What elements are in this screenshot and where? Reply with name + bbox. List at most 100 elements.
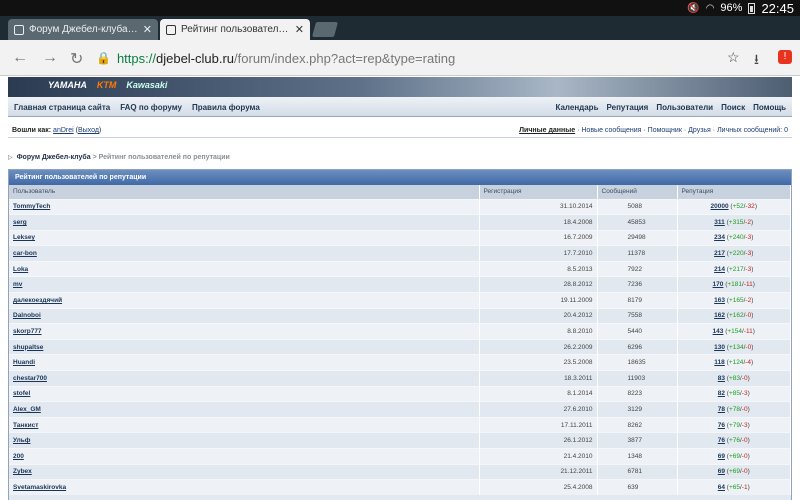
nav-calendar-link[interactable]: Календарь (555, 103, 598, 112)
header-reputation[interactable]: Репутация (677, 185, 791, 199)
reputation-total[interactable]: 162 (714, 312, 725, 319)
new-posts-link[interactable]: Новые сообщения (581, 127, 641, 134)
breadcrumb-forum-link[interactable]: Форум Джебел-клуба (17, 154, 91, 161)
post-count: 5440 (597, 323, 678, 340)
user-link[interactable]: skorp777 (9, 323, 480, 340)
reputation-total[interactable]: 214 (714, 266, 725, 273)
table-row: Leksey 16.7.2009 29498 234 (+240/-3) (9, 229, 791, 246)
reputation-total[interactable]: 311 (714, 219, 725, 226)
reputation-cell: 83 (+83/-0) (677, 370, 791, 387)
forward-arrow-icon[interactable]: → (42, 49, 58, 67)
user-link[interactable]: car-bon (9, 245, 480, 262)
username-link[interactable]: anDrei (53, 127, 74, 134)
reputation-total[interactable]: 163 (714, 297, 725, 304)
profile-link[interactable]: Личные данные (519, 127, 575, 134)
download-icon[interactable]: ⭳ (754, 49, 759, 73)
reputation-total[interactable]: 76 (718, 437, 725, 444)
header-user[interactable]: Пользователь (9, 185, 480, 199)
reputation-total[interactable]: 64 (718, 484, 725, 491)
user-link[interactable]: Alex_GM (9, 401, 480, 418)
nav-help-link[interactable]: Помощь (753, 103, 786, 112)
registration-date: 20.4.2012 (479, 307, 598, 324)
user-link[interactable]: Танкист (9, 416, 480, 433)
header-registration[interactable]: Регистрация (479, 185, 598, 199)
user-link[interactable]: Ульф (9, 432, 480, 449)
user-link[interactable]: 200 (9, 448, 480, 465)
reload-icon[interactable]: ↻ (70, 49, 83, 69)
nav-faq-link[interactable]: FAQ по форуму (120, 103, 182, 112)
close-tab-icon[interactable]: ✕ (295, 23, 304, 36)
reputation-total[interactable]: 217 (714, 250, 725, 257)
table-row: serg 18.4.2008 45853 311 (+315/-2) (9, 214, 791, 231)
new-tab-button[interactable] (311, 22, 339, 37)
alert-icon[interactable]: ! (778, 50, 792, 64)
battery-percent: 96% (720, 2, 743, 14)
user-link[interactable]: Leksey (9, 229, 480, 246)
reputation-total[interactable]: 69 (718, 453, 725, 460)
user-link[interactable]: Dalnoboi (9, 307, 480, 324)
reputation-plus: +165 (728, 296, 744, 304)
reputation-cell: 214 (+217/-3) (677, 260, 791, 277)
user-link[interactable]: shupaltse (9, 338, 480, 355)
back-arrow-icon[interactable]: ← (12, 49, 28, 67)
table-row: mv 28.8.2012 7236 170 (+181/-11) (9, 276, 791, 293)
nav-rules-link[interactable]: Правила форума (192, 103, 260, 112)
post-count: 45853 (597, 214, 678, 231)
nav-reputation-link[interactable]: Репутация (607, 103, 649, 112)
logout-link[interactable]: Выход (78, 127, 99, 134)
pm-link[interactable]: Личных сообщений: 0 (717, 127, 788, 134)
mute-icon: 🔇 (687, 2, 700, 14)
url-field[interactable]: 🔒 https:// djebel-club.ru /forum/index.p… (96, 46, 716, 70)
reputation-total[interactable]: 78 (718, 406, 725, 413)
user-link[interactable]: Loka (9, 260, 480, 277)
reputation-total[interactable]: 76 (718, 422, 725, 429)
reputation-cell: 76 (+79/-3) (677, 416, 791, 433)
breadcrumb-separator: > (92, 154, 97, 161)
assistant-link[interactable]: Помощник (648, 127, 682, 134)
reputation-total[interactable]: 83 (718, 375, 725, 382)
paren-close: ) (751, 343, 754, 351)
reputation-plus: +134 (728, 343, 744, 351)
reputation-total[interactable]: 69 (718, 468, 725, 475)
user-link[interactable]: chestar700 (9, 370, 480, 387)
bookmark-star-icon[interactable]: ☆ (727, 49, 740, 66)
registration-date: 21.12.2011 (479, 463, 598, 480)
page-content: YAMAHA KTM Kawasaki Главная страница сай… (0, 77, 800, 500)
header-posts[interactable]: Сообщений (597, 185, 678, 199)
registration-date: 25.4.2008 (479, 479, 598, 496)
nav-home-link[interactable]: Главная страница сайта (14, 103, 110, 112)
reputation-total[interactable]: 130 (714, 344, 725, 351)
reputation-total[interactable]: 170 (713, 281, 724, 288)
reputation-total[interactable]: 118 (714, 359, 725, 366)
paren-close: ) (747, 390, 750, 398)
tab-forum[interactable]: Форум Джебел-клуба -> Ф ✕ (8, 19, 158, 40)
table-row: stofel 8.1.2014 8223 82 (+85/-3) (9, 385, 791, 402)
user-link[interactable]: serg (9, 214, 480, 231)
friends-link[interactable]: Друзья (688, 127, 711, 134)
reputation-total[interactable]: 82 (718, 390, 725, 397)
reputation-total[interactable]: 20000 (711, 203, 729, 210)
nav-search-link[interactable]: Поиск (721, 103, 745, 112)
user-link[interactable]: Svetamaskirovka (9, 479, 480, 496)
user-link[interactable]: mv (9, 276, 480, 293)
paren-close: ) (751, 312, 754, 320)
nav-users-link[interactable]: Пользователи (656, 103, 713, 112)
reputation-total[interactable]: 143 (713, 328, 724, 335)
user-link[interactable]: далекоездячий (9, 292, 480, 309)
status-bar: 🔇 ◠ 96% 22:45 (0, 0, 800, 16)
paren-close: ) (751, 359, 754, 367)
user-link[interactable]: Zybex (9, 463, 480, 480)
favicon-icon (166, 24, 176, 35)
user-link[interactable]: stofel (9, 385, 480, 402)
user-link[interactable]: TommyTech (9, 198, 480, 215)
close-tab-icon[interactable]: ✕ (143, 23, 152, 36)
reputation-minus: -11 (743, 328, 753, 336)
reputation-cell: 162 (+162/-0) (677, 307, 791, 324)
tab-rating[interactable]: Рейтинг пользователей г ✕ (160, 19, 310, 40)
table-row: Ульф 26.1.2012 3877 76 (+76/-0) (9, 432, 791, 449)
user-link[interactable]: Huandi (9, 354, 480, 371)
reputation-minus: -11 (743, 281, 753, 289)
reputation-total[interactable]: 234 (714, 234, 725, 241)
paren-close: ) (747, 374, 750, 382)
address-bar: ← → ↻ 🔒 https:// djebel-club.ru /forum/i… (0, 40, 800, 76)
